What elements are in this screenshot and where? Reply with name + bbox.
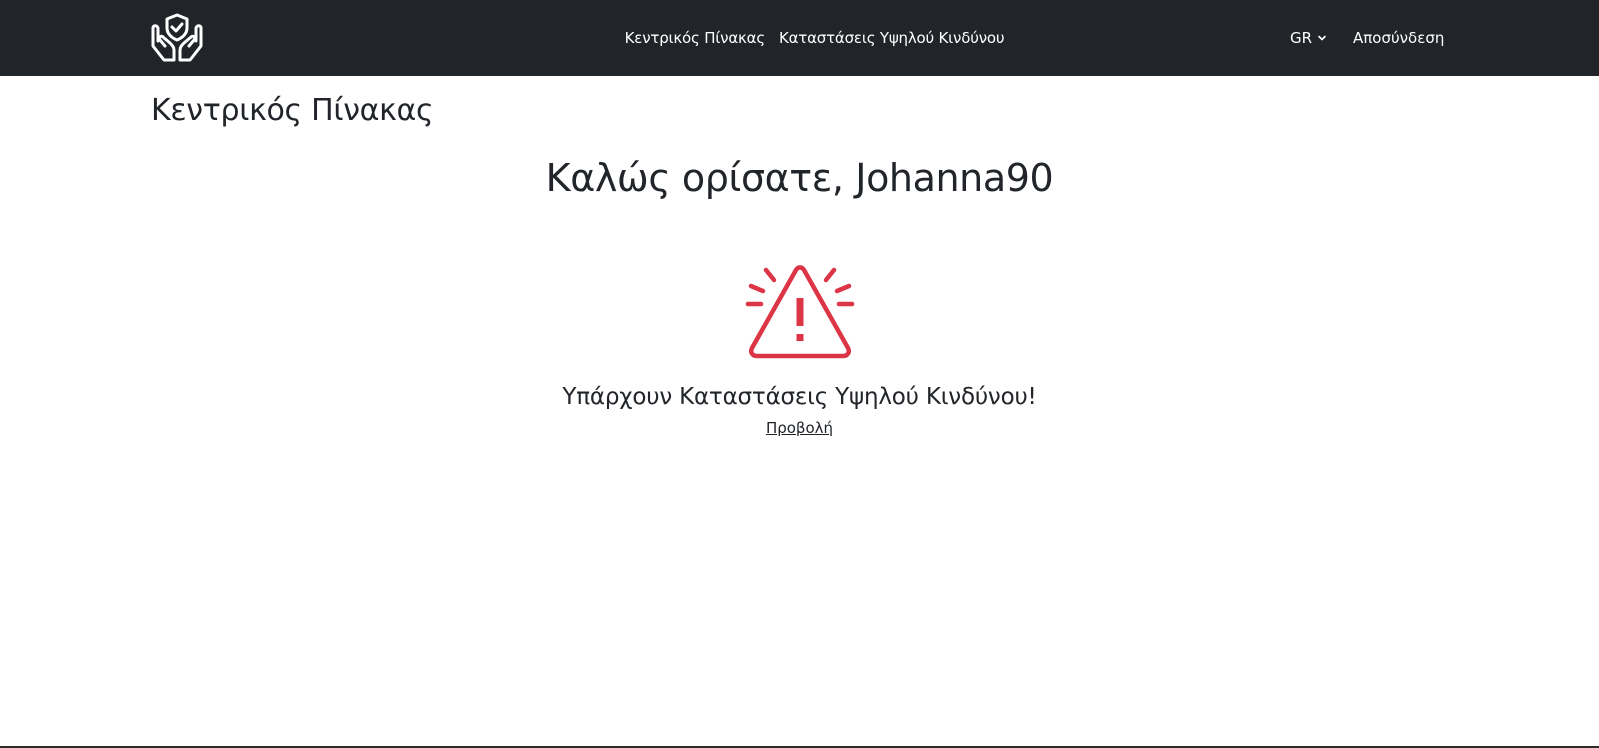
language-dropdown[interactable]: GR — [1290, 29, 1328, 47]
chevron-down-icon — [1318, 35, 1326, 41]
language-label: GR — [1290, 29, 1313, 47]
page-title: Κεντρικός Πίνακας — [151, 93, 434, 128]
view-high-risk-link[interactable]: Προβολή — [766, 419, 833, 437]
high-risk-alert-text: Υπάρχουν Καταστάσεις Υψηλού Κινδύνου! — [562, 384, 1037, 410]
top-navbar: Κεντρικός Πίνακας Καταστάσεις Υψηλού Κιν… — [0, 0, 1599, 76]
nav-link-dashboard[interactable]: Κεντρικός Πίνακας — [625, 29, 765, 47]
logout-link[interactable]: Αποσύνδεση — [1353, 29, 1444, 47]
nav-link-high-risk[interactable]: Καταστάσεις Υψηλού Κινδύνου — [779, 29, 1005, 47]
welcome-heading: Καλώς ορίσατε, Johanna90 — [545, 156, 1054, 200]
brand-logo[interactable] — [150, 12, 204, 64]
hands-shield-check-icon — [151, 13, 203, 62]
view-link-wrapper: Προβολή — [0, 419, 1599, 437]
warning-triangle-alarm-icon — [745, 265, 855, 359]
